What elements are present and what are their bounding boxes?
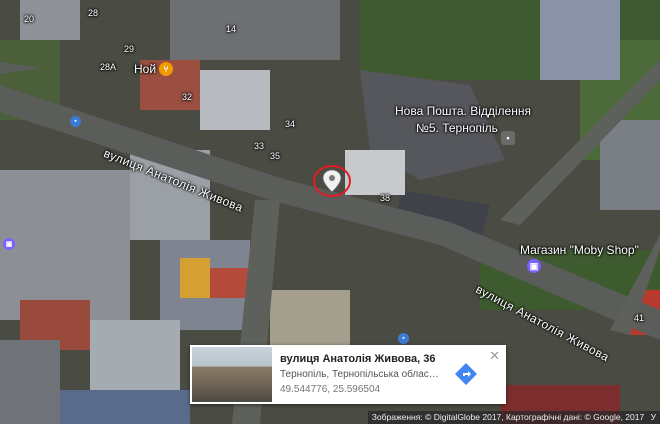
poi-nova-poshta-line1[interactable]: Нова Пошта. Відділення bbox=[395, 104, 531, 118]
roof bbox=[345, 150, 405, 195]
roof bbox=[210, 268, 250, 298]
store-icon[interactable]: ▪ bbox=[501, 131, 515, 145]
place-subtitle: Тернопіль, Тернопільська облас… bbox=[280, 369, 439, 380]
directions-icon[interactable] bbox=[454, 362, 478, 386]
restaurant-icon[interactable]: ⑂ bbox=[159, 62, 173, 76]
house-number: 35 bbox=[270, 151, 281, 161]
roof bbox=[170, 0, 340, 60]
house-number: 38 bbox=[380, 193, 391, 203]
house-number: 29 bbox=[124, 44, 135, 54]
transit-icon[interactable]: ▪ bbox=[398, 333, 409, 344]
poi-nova-poshta-line2[interactable]: №5. Тернопіль bbox=[416, 121, 498, 135]
roof bbox=[0, 340, 60, 424]
house-number: 32 bbox=[182, 92, 193, 102]
place-info-card[interactable]: вулиця Анатолія Живова, 36 Тернопіль, Те… bbox=[190, 345, 506, 404]
house-number: 41 bbox=[634, 313, 645, 323]
roof bbox=[180, 258, 210, 298]
roof bbox=[200, 70, 270, 130]
house-number: 33 bbox=[254, 141, 265, 151]
transit-icon[interactable]: ▪ bbox=[70, 116, 81, 127]
house-number: 28 bbox=[88, 8, 99, 18]
roof bbox=[90, 320, 180, 390]
roof bbox=[540, 0, 620, 80]
shopping-bag-icon[interactable]: ▣ bbox=[527, 259, 541, 273]
roof bbox=[270, 290, 350, 345]
attribution-tail[interactable]: У bbox=[651, 412, 656, 422]
roof bbox=[0, 170, 130, 320]
street-view-thumbnail[interactable] bbox=[192, 347, 272, 402]
place-coordinates[interactable]: 49.544776, 25.596504 bbox=[280, 384, 380, 395]
roof bbox=[60, 390, 190, 424]
roof bbox=[600, 120, 660, 210]
shopping-bag-icon[interactable]: ▣ bbox=[3, 238, 15, 250]
attribution-text: Зображення: © DigitalGlobe 2017, Картогр… bbox=[371, 412, 645, 422]
map-attribution: Зображення: © DigitalGlobe 2017, Картогр… bbox=[367, 411, 660, 424]
house-number: 34 bbox=[285, 119, 296, 129]
poi-noi-label[interactable]: Ной bbox=[134, 62, 156, 76]
house-number: 28A bbox=[100, 62, 117, 72]
close-icon[interactable]: ✕ bbox=[489, 348, 500, 364]
house-number: 14 bbox=[226, 24, 237, 34]
house-number: 20 bbox=[24, 14, 35, 24]
poi-moby-shop-label[interactable]: Магазин "Moby Shop" bbox=[520, 243, 639, 257]
place-title: вулиця Анатолія Живова, 36 bbox=[280, 353, 436, 365]
